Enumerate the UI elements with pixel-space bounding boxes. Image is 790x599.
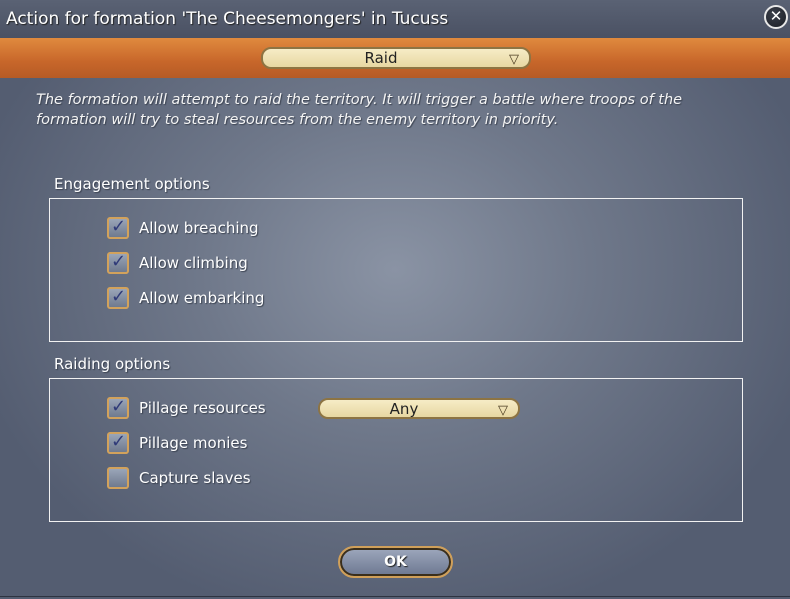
capture-slaves-option[interactable]: Capture slaves: [107, 466, 251, 490]
pillage-monies-checkbox[interactable]: ✓: [107, 431, 129, 454]
check-icon: ✓: [111, 396, 127, 417]
allow-climbing-checkbox[interactable]: ✓: [107, 251, 129, 274]
pillage-monies-option[interactable]: ✓ Pillage monies: [107, 431, 247, 455]
check-icon: ✓: [111, 251, 127, 272]
pillage-resources-option[interactable]: ✓ Pillage resources: [107, 396, 266, 420]
close-button[interactable]: ✕: [764, 5, 788, 29]
check-icon: ✓: [111, 431, 127, 452]
allow-breaching-label: Allow breaching: [139, 219, 259, 237]
capture-slaves-label: Capture slaves: [139, 469, 251, 487]
allow-embarking-option[interactable]: ✓ Allow embarking: [107, 286, 264, 310]
allow-embarking-checkbox[interactable]: ✓: [107, 286, 129, 309]
check-icon: ✓: [111, 216, 127, 237]
pillage-monies-label: Pillage monies: [139, 434, 248, 452]
pillage-resources-label: Pillage resources: [139, 399, 266, 417]
allow-climbing-label: Allow climbing: [139, 254, 248, 272]
dropdown-arrow-icon: ▽: [498, 403, 508, 418]
title-bar: Action for formation 'The Cheesemongers'…: [0, 0, 790, 38]
check-icon: ✓: [111, 286, 127, 307]
formation-action-dialog: Action for formation 'The Cheesemongers'…: [0, 0, 790, 599]
capture-slaves-checkbox[interactable]: [107, 467, 129, 489]
resource-type-value: Any: [389, 399, 419, 418]
resource-type-dropdown[interactable]: Any ▽: [318, 398, 520, 419]
action-description: The formation will attempt to raid the t…: [36, 92, 683, 128]
allow-embarking-label: Allow embarking: [139, 289, 265, 307]
allow-breaching-option[interactable]: ✓ Allow breaching: [107, 216, 259, 240]
raiding-options-label: Raiding options: [54, 355, 171, 373]
action-type-value: Raid: [364, 49, 398, 67]
action-type-dropdown[interactable]: Raid ▽: [261, 47, 531, 69]
ok-button[interactable]: OK: [338, 546, 453, 578]
window-title: Action for formation 'The Cheesemongers'…: [6, 9, 449, 29]
bottom-divider: [0, 596, 790, 597]
engagement-options-label: Engagement options: [54, 175, 210, 193]
close-icon: ✕: [769, 7, 783, 25]
dropdown-arrow-icon: ▽: [509, 52, 519, 67]
allow-breaching-checkbox[interactable]: ✓: [107, 216, 129, 239]
allow-climbing-option[interactable]: ✓ Allow climbing: [107, 251, 248, 275]
pillage-resources-checkbox[interactable]: ✓: [107, 396, 129, 419]
